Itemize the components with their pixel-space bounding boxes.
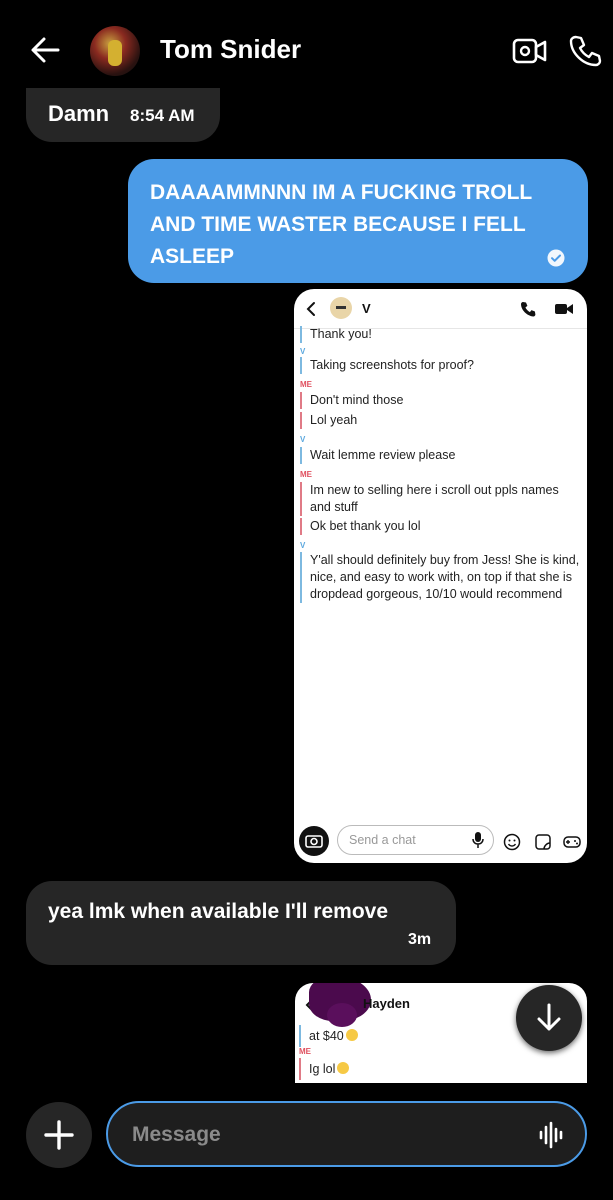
contact-name[interactable]: Tom Snider (160, 34, 301, 65)
contact-avatar[interactable] (90, 26, 140, 76)
send-chat-input: Send a chat (337, 825, 494, 855)
incoming-message[interactable]: Damn 8:54 AM (26, 88, 220, 142)
add-attachment-button[interactable] (26, 1102, 92, 1168)
conversation-line: Ok bet thank you lol (300, 518, 580, 535)
screenshot-footer: Send a chat (294, 817, 587, 863)
emoji-icon (345, 1029, 358, 1041)
scribble-redaction (327, 1003, 357, 1027)
screenshot-contact-name: Hayden (363, 996, 410, 1011)
chat-header: Tom Snider (0, 0, 613, 100)
phone-icon[interactable] (568, 34, 602, 73)
conversation-line: Thank you! (300, 326, 580, 343)
read-check-icon (547, 249, 565, 272)
incoming-message[interactable]: yea lmk when available I'll remove 3m (26, 881, 456, 965)
emoji-icon (337, 1062, 350, 1074)
sticker-icon (534, 833, 552, 856)
line-text: Ig lol (309, 1062, 336, 1076)
conversation-line: Wait lemme review please (300, 447, 580, 464)
message-text: Damn (48, 101, 110, 126)
video-camera-icon (554, 302, 574, 321)
sender-label: V (300, 541, 306, 550)
message-placeholder: Message (132, 1123, 221, 1146)
microphone-icon (471, 831, 485, 854)
outgoing-message[interactable]: DAAAAMMNNN IM A FUCKING TROLL AND TIME W… (128, 159, 588, 283)
waveform-icon[interactable] (538, 1121, 564, 1154)
smiley-icon (503, 833, 521, 856)
conversation-line: Lol yeah (300, 412, 580, 429)
conversation-line: Y'all should definitely buy from Jess! S… (300, 552, 580, 603)
back-arrow-icon[interactable] (28, 32, 64, 68)
sender-label: V (300, 347, 306, 356)
chat-placeholder: Send a chat (349, 833, 416, 847)
chat-screen: Tom Snider Damn 8:54 AM DAAAAMMNNN IM A … (0, 0, 613, 1200)
conversation-line: Ig lol (299, 1058, 585, 1080)
camera-icon (298, 825, 330, 862)
conversation-line: Im new to selling here i scroll out ppls… (300, 482, 580, 516)
conversation-line: Taking screenshots for proof? (300, 357, 580, 374)
video-camera-icon[interactable] (512, 36, 548, 71)
sender-label: V (300, 435, 306, 444)
screenshot-contact-name: V (362, 301, 371, 316)
screenshot-attachment[interactable]: V Thank you! V Taking screenshots for pr… (294, 289, 587, 863)
sender-label: ME (300, 380, 312, 389)
conversation-line: Don't mind those (300, 392, 580, 409)
message-time: 8:54 AM (130, 106, 195, 125)
plus-icon (43, 1119, 75, 1156)
message-text: yea lmk when available I'll remove (48, 900, 388, 923)
message-time: 3m (408, 931, 432, 948)
chevron-left-icon (306, 301, 316, 322)
message-text: DAAAAMMNNN IM A FUCKING TROLL AND TIME W… (150, 181, 532, 268)
phone-icon (520, 301, 536, 322)
line-text: at $40 (309, 1029, 344, 1043)
bitmoji-avatar (330, 297, 352, 319)
sender-label: ME (299, 1047, 311, 1056)
message-input[interactable]: Message (106, 1101, 587, 1167)
scroll-to-bottom-button[interactable] (516, 985, 582, 1051)
sender-label: ME (300, 470, 312, 479)
screenshot-header: V (294, 289, 587, 329)
game-controller-icon (562, 833, 582, 856)
arrow-down-icon (535, 1002, 563, 1039)
